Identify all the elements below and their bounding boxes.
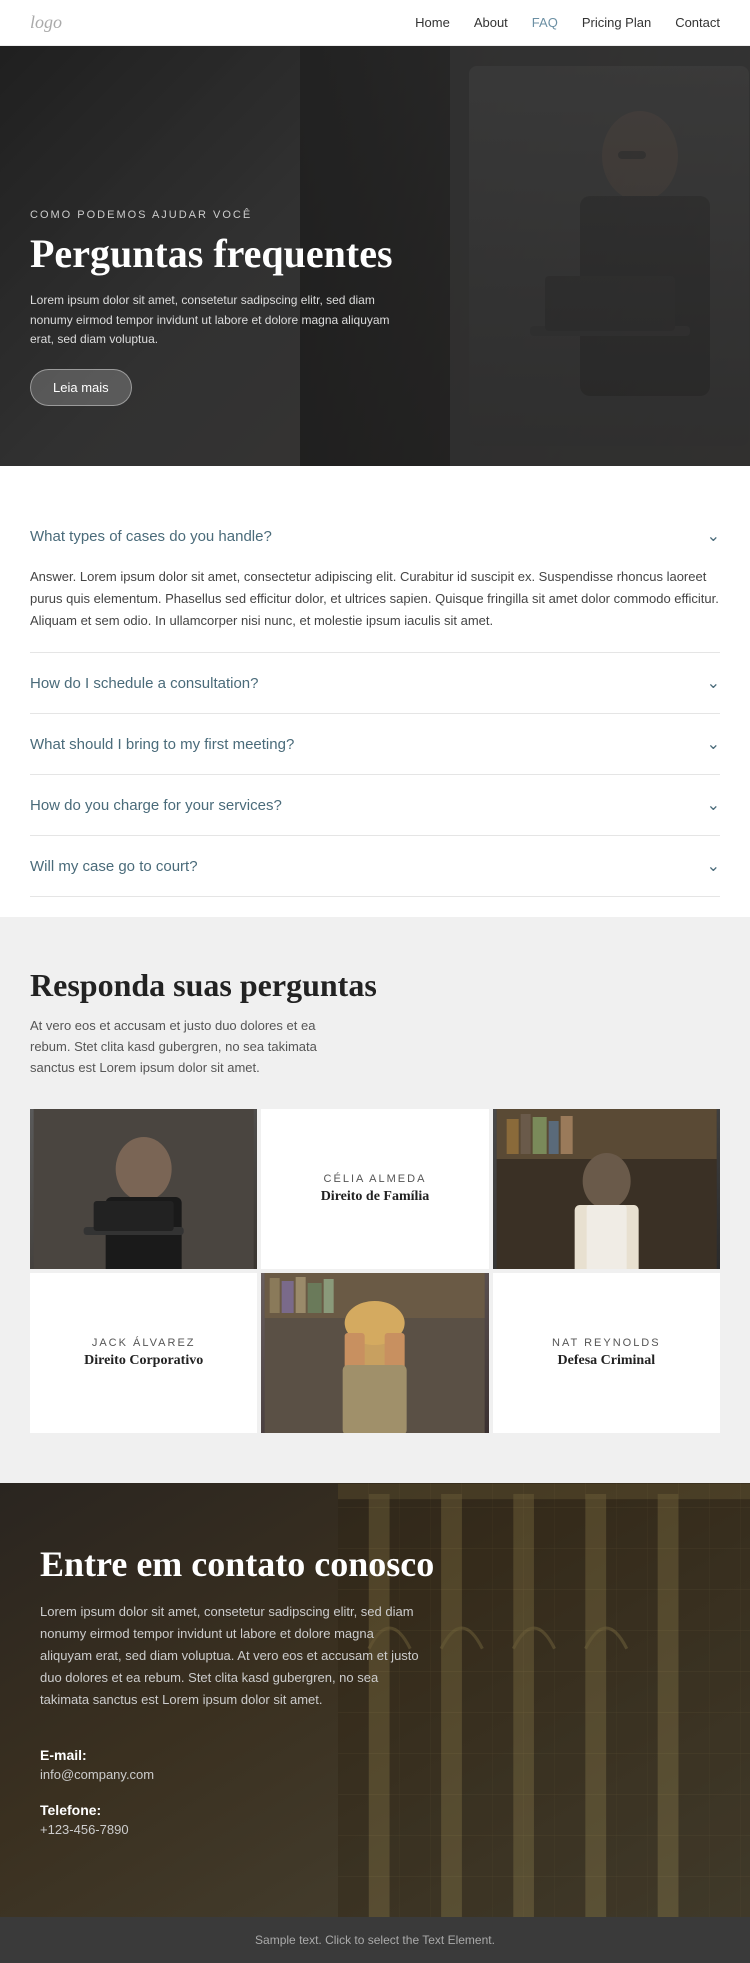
team-description: At vero eos et accusam et justo duo dolo… bbox=[30, 1016, 330, 1078]
chevron-down-icon-5: ⌄ bbox=[707, 856, 720, 876]
team-title: Responda suas perguntas bbox=[30, 967, 720, 1004]
faq-question-3[interactable]: What should I bring to my first meeting?… bbox=[30, 714, 720, 774]
faq-question-1[interactable]: What types of cases do you handle? ⌄ bbox=[30, 506, 720, 566]
navbar: logo Home About FAQ Pricing Plan Contact bbox=[0, 0, 750, 46]
faq-question-text-2: How do I schedule a consultation? bbox=[30, 675, 258, 692]
nav-contact[interactable]: Contact bbox=[675, 15, 720, 30]
footer: Sample text. Click to select the Text El… bbox=[0, 1917, 750, 1963]
team-row-1: Célia Almeda Direito de Família bbox=[30, 1109, 720, 1269]
contact-email-label: E-mail: bbox=[40, 1747, 710, 1763]
faq-item-4: How do you charge for your services? ⌄ bbox=[30, 775, 720, 836]
hero-title: Perguntas frequentes bbox=[30, 231, 400, 277]
footer-text: Sample text. Click to select the Text El… bbox=[255, 1933, 495, 1947]
team-member-role-celia: Direito de Família bbox=[321, 1189, 430, 1205]
team-photo-card-3 bbox=[261, 1273, 488, 1433]
faq-section: What types of cases do you handle? ⌄ Ans… bbox=[0, 466, 750, 917]
hero-content: Como podemos ajudar você Perguntas frequ… bbox=[30, 209, 400, 406]
team-photo-1 bbox=[30, 1109, 257, 1269]
chevron-down-icon-4: ⌄ bbox=[707, 795, 720, 815]
team-section: Responda suas perguntas At vero eos et a… bbox=[0, 917, 750, 1482]
faq-question-text-4: How do you charge for your services? bbox=[30, 797, 282, 814]
nav-faq[interactable]: FAQ bbox=[532, 15, 558, 30]
faq-item-1: What types of cases do you handle? ⌄ Ans… bbox=[30, 506, 720, 653]
faq-answer-1: Answer. Lorem ipsum dolor sit amet, cons… bbox=[30, 566, 720, 652]
hero-description: Lorem ipsum dolor sit amet, consetetur s… bbox=[30, 291, 400, 349]
logo: logo bbox=[30, 12, 62, 33]
team-photo-3 bbox=[261, 1273, 488, 1433]
team-member-name-jack: Jack Álvarez bbox=[92, 1337, 196, 1349]
team-info-card-nat: Nat Reynolds Defesa Criminal bbox=[493, 1273, 720, 1433]
contact-content: Entre em contato conosco Lorem ipsum dol… bbox=[40, 1543, 710, 1837]
faq-question-text-1: What types of cases do you handle? bbox=[30, 528, 272, 545]
team-member-name-celia: Célia Almeda bbox=[324, 1173, 427, 1185]
chevron-down-icon-2: ⌄ bbox=[707, 673, 720, 693]
team-photo-2 bbox=[493, 1109, 720, 1269]
faq-item-5: Will my case go to court? ⌄ bbox=[30, 836, 720, 897]
team-photo-card-1 bbox=[30, 1109, 257, 1269]
contact-phone-value: +123-456-7890 bbox=[40, 1822, 710, 1837]
contact-section: Entre em contato conosco Lorem ipsum dol… bbox=[0, 1483, 750, 1917]
faq-question-5[interactable]: Will my case go to court? ⌄ bbox=[30, 836, 720, 896]
contact-description: Lorem ipsum dolor sit amet, consetetur s… bbox=[40, 1601, 420, 1711]
hero-subtitle: Como podemos ajudar você bbox=[30, 209, 400, 221]
team-member-name-nat: Nat Reynolds bbox=[552, 1337, 661, 1349]
faq-item-2: How do I schedule a consultation? ⌄ bbox=[30, 653, 720, 714]
contact-title: Entre em contato conosco bbox=[40, 1543, 710, 1585]
nav-home[interactable]: Home bbox=[415, 15, 450, 30]
faq-question-text-3: What should I bring to my first meeting? bbox=[30, 736, 294, 753]
team-info-card-jack: Jack Álvarez Direito Corporativo bbox=[30, 1273, 257, 1433]
chevron-down-icon-1: ⌄ bbox=[707, 526, 720, 546]
faq-question-2[interactable]: How do I schedule a consultation? ⌄ bbox=[30, 653, 720, 713]
hero-section: Como podemos ajudar você Perguntas frequ… bbox=[0, 46, 750, 466]
nav-about[interactable]: About bbox=[474, 15, 508, 30]
team-member-role-nat: Defesa Criminal bbox=[558, 1353, 656, 1369]
team-member-role-jack: Direito Corporativo bbox=[84, 1353, 203, 1369]
faq-question-4[interactable]: How do you charge for your services? ⌄ bbox=[30, 775, 720, 835]
nav-pricing[interactable]: Pricing Plan bbox=[582, 15, 651, 30]
contact-phone-label: Telefone: bbox=[40, 1802, 710, 1818]
faq-question-text-5: Will my case go to court? bbox=[30, 858, 198, 875]
contact-email-value: info@company.com bbox=[40, 1767, 710, 1782]
team-info-card-celia: Célia Almeda Direito de Família bbox=[261, 1109, 488, 1269]
faq-item-3: What should I bring to my first meeting?… bbox=[30, 714, 720, 775]
team-photo-card-2 bbox=[493, 1109, 720, 1269]
hero-cta-button[interactable]: Leia mais bbox=[30, 369, 132, 406]
chevron-down-icon-3: ⌄ bbox=[707, 734, 720, 754]
team-row-2: Jack Álvarez Direito Corporativo bbox=[30, 1273, 720, 1433]
nav-links: Home About FAQ Pricing Plan Contact bbox=[415, 14, 720, 32]
